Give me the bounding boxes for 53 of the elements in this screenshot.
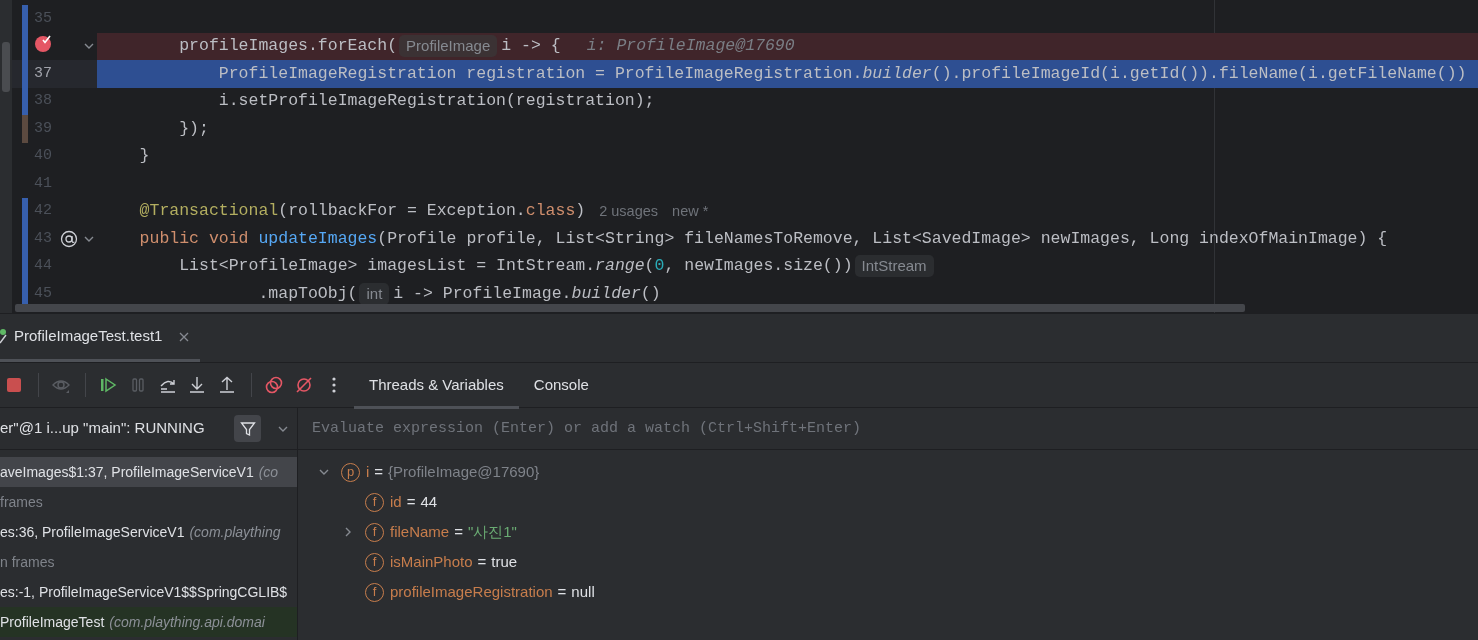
step-out-icon <box>218 376 237 394</box>
step-into-icon <box>188 376 207 394</box>
horizontal-scrollbar[interactable] <box>15 304 1245 312</box>
variable-entry[interactable]: id = 44 <box>390 490 438 514</box>
scrollbar-thumb[interactable] <box>2 42 10 92</box>
change-marker[interactable] <box>22 115 28 143</box>
change-marker[interactable] <box>22 5 28 33</box>
close-icon[interactable] <box>178 330 191 343</box>
inline-value: i: ProfileImage@17690 <box>586 36 795 57</box>
code-text: public void updateImages(Profile profile, List<String> fileNamesToRemove, List<SavedImage> newImages, Long indexOfMainImage) { <box>138 228 1388 249</box>
more-icon <box>332 377 337 393</box>
thread-selector[interactable]: er"@1 i...up "main": RUNNING <box>0 417 234 440</box>
variable-entry[interactable]: fileName = "사진1" <box>390 520 517 544</box>
panel-tab[interactable]: Threads & Variables <box>354 364 519 409</box>
frames-group-row[interactable]: n frames <box>0 547 297 577</box>
code-text: profileImages.forEach( <box>178 36 398 57</box>
filter-icon <box>239 420 256 437</box>
code-text: i -> { <box>501 36 561 57</box>
code-text: @Transactional(rollbackFor = Exception.class) <box>138 201 586 222</box>
code-text: List<ProfileImage> imagesList = IntStream.range(0, newImages.size()) <box>178 256 853 277</box>
change-marker[interactable] <box>22 197 28 225</box>
frames-group-row[interactable]: frames <box>0 487 297 517</box>
change-marker[interactable] <box>22 87 28 115</box>
at-sign-icon[interactable] <box>60 229 79 248</box>
filter-button[interactable] <box>234 415 261 442</box>
code-text: i -> ProfileImage.builder() <box>393 283 661 304</box>
breakpoint-icon[interactable] <box>34 34 52 53</box>
variable-entry[interactable]: profileImageRegistration = null <box>390 580 595 604</box>
variable-entry[interactable]: i = {ProfileImage@17690} <box>366 460 540 484</box>
evaluate-field[interactable]: Evaluate expression (Enter) or add a watch (Ctrl+Shift+Enter) <box>298 408 1478 450</box>
breakpoints-icon <box>265 376 284 394</box>
code-text: i.setProfileImageRegistration(registration); <box>217 91 655 112</box>
code-text: ProfileImageRegistration registration = ProfileImageRegistration.builder().profileImageId(i.getId()).fileName(i.getFileName()) <box>217 63 1467 84</box>
stack-frame[interactable]: ProfileImageTest (com.plaything.api.domai <box>0 607 297 637</box>
test-icon <box>0 328 8 345</box>
stack-frame[interactable]: es:-1, ProfileImageServiceV1$$SpringCGLIB$ <box>0 577 297 607</box>
code-text: } <box>138 146 150 167</box>
usage-hint[interactable]: new * <box>672 201 709 222</box>
stack-frame[interactable]: es:36, ProfileImageServiceV1 (com.plaything <box>0 517 297 547</box>
variable-entry[interactable]: isMainPhoto = true <box>390 550 518 574</box>
stack-frame[interactable]: aveImages$1:37, ProfileImageServiceV1 (co <box>0 457 297 487</box>
panel-tab[interactable]: Console <box>518 364 604 409</box>
inline-hint: int <box>359 282 390 305</box>
code-text: }); <box>178 118 209 139</box>
usage-hint[interactable]: 2 usages <box>599 201 659 222</box>
inline-hint: ProfileImage <box>399 35 498 58</box>
line-number: 37 <box>34 64 52 82</box>
code-text: .mapToObj( <box>257 283 358 304</box>
resume-icon <box>98 376 117 394</box>
inline-hint: IntStream <box>854 255 934 278</box>
session-tab[interactable]: ProfileImageTest.test1 <box>0 314 200 362</box>
mute-breakpoints-icon <box>295 376 314 394</box>
stop-icon <box>4 376 23 394</box>
